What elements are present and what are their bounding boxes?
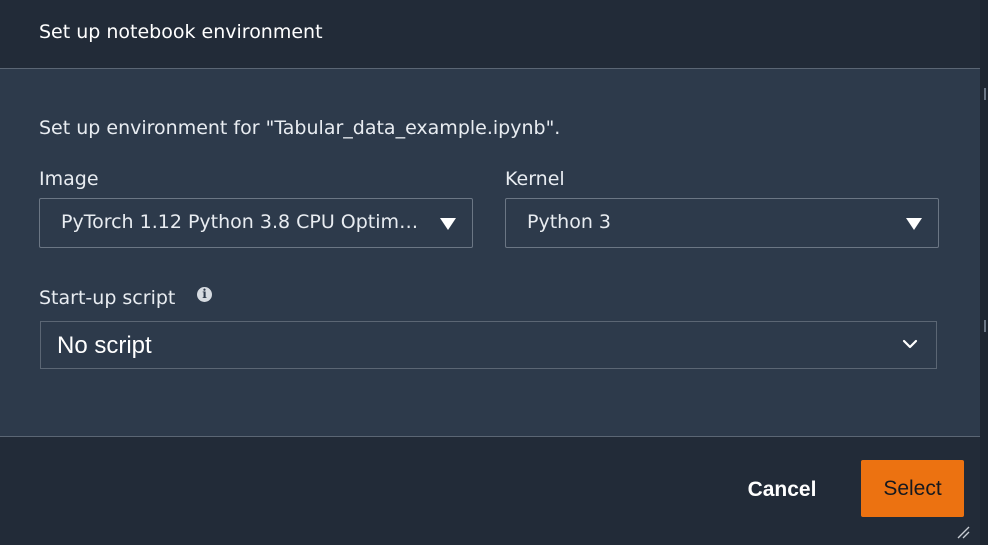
cancel-button[interactable]: Cancel	[736, 475, 828, 505]
image-selected-value: PyTorch 1.12 Python 3.8 CPU Optimized	[61, 211, 421, 233]
kernel-label: Kernel	[505, 168, 565, 190]
startup-script-select[interactable]: No script	[40, 321, 937, 369]
info-icon[interactable]: i	[197, 287, 212, 302]
background-divider	[984, 320, 986, 332]
kernel-select[interactable]: Python 3	[505, 198, 939, 248]
background-divider	[984, 88, 986, 100]
dialog-header: Set up notebook environment	[0, 0, 980, 69]
startup-script-selected-value: No script	[57, 332, 152, 359]
caret-down-icon	[906, 218, 922, 230]
background-edge	[980, 0, 988, 545]
dialog-body: Set up environment for "Tabular_data_exa…	[0, 69, 980, 436]
chevron-down-icon	[902, 339, 918, 349]
dialog-footer: Cancel Select	[0, 436, 980, 545]
select-button[interactable]: Select	[861, 460, 964, 517]
caret-down-icon	[440, 218, 456, 230]
resize-grip-icon[interactable]	[956, 525, 970, 539]
startup-script-label: Start-up script	[39, 287, 176, 309]
kernel-selected-value: Python 3	[527, 211, 611, 233]
dialog-title: Set up notebook environment	[39, 21, 323, 43]
dialog-description: Set up environment for "Tabular_data_exa…	[39, 117, 561, 139]
image-select[interactable]: PyTorch 1.12 Python 3.8 CPU Optimized	[39, 198, 473, 248]
image-label: Image	[39, 168, 99, 190]
notebook-environment-dialog: Set up notebook environment Set up envir…	[0, 0, 980, 545]
